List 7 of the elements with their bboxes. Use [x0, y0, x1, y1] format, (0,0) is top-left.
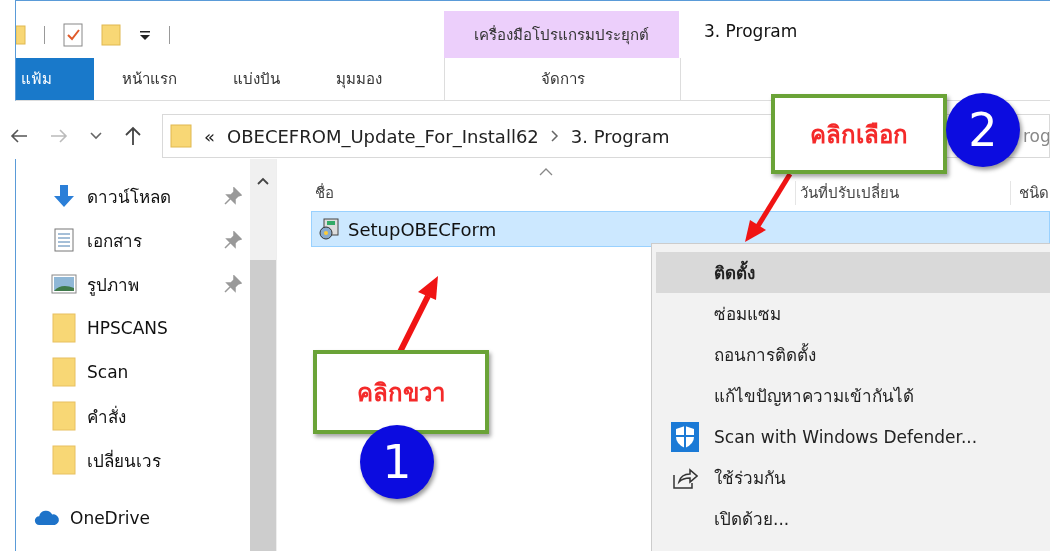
contextual-tab-group-title: เครื่องมือโปรแกรมประยุกต์: [444, 11, 679, 58]
annotation-tooltip: คลิกเลือก: [771, 94, 947, 174]
annotation-tooltip: คลิกขวา: [313, 350, 489, 434]
step-number-tooltip: 1: [360, 425, 434, 499]
step-number-tooltip: 2: [946, 93, 1020, 167]
file-name: SetupOBECForm: [348, 218, 497, 240]
window-title: 3. Program: [703, 20, 798, 43]
